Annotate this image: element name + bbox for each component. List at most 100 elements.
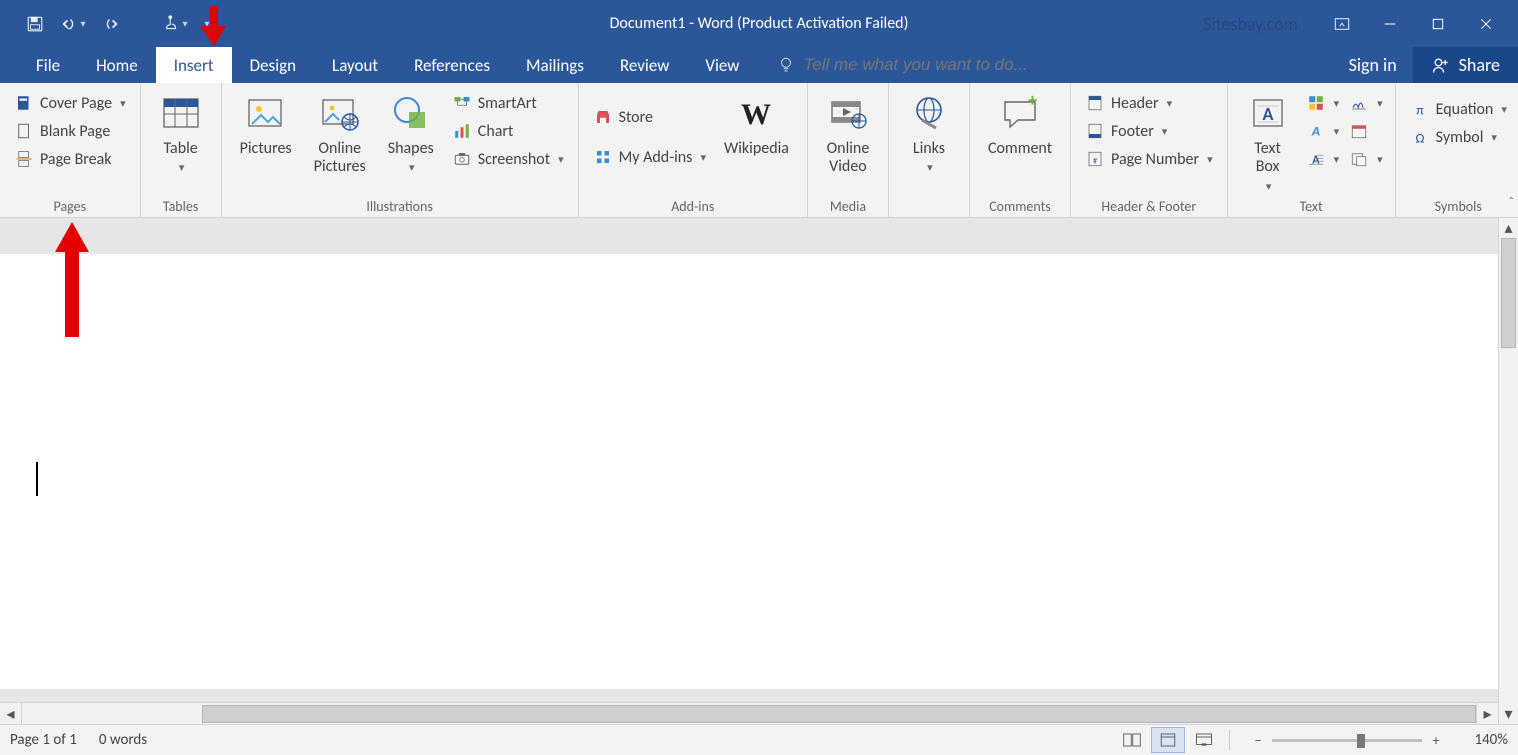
text-box-button[interactable]: A Text Box▾ [1236, 88, 1300, 196]
zoom-slider[interactable]: − + [1248, 732, 1446, 749]
touch-mode-button[interactable]: ▾ [158, 7, 192, 41]
header-button[interactable]: Header▾ [1079, 90, 1219, 116]
horizontal-scrollbar[interactable]: ◂ ▸ [0, 702, 1498, 724]
redo-button[interactable] [94, 7, 128, 41]
ribbon: Cover Page▾ Blank Page Page Break Pages … [0, 83, 1518, 218]
view-web-layout-button[interactable] [1187, 727, 1221, 753]
hscroll-track[interactable] [22, 703, 1476, 725]
pictures-button[interactable]: Pictures [230, 88, 302, 196]
store-label: Store [619, 108, 653, 127]
header-label: Header [1111, 94, 1159, 113]
store-button[interactable]: Store [587, 104, 712, 130]
tab-design[interactable]: Design [232, 47, 314, 83]
sign-in-button[interactable]: Sign in [1333, 48, 1413, 82]
ribbon-display-options-button[interactable] [1318, 8, 1366, 40]
equation-icon: π [1410, 99, 1430, 119]
group-header-footer: Header▾ Footer▾ #Page Number▾ Header & F… [1071, 83, 1228, 217]
screenshot-label: Screenshot [478, 150, 550, 169]
signature-line-button[interactable]: ▾ [1345, 90, 1387, 116]
annotation-arrow-down [200, 6, 228, 46]
collapse-ribbon-button[interactable]: ˆ [1508, 194, 1514, 211]
shapes-button[interactable]: Shapes▾ [378, 88, 444, 196]
wordart-icon: A [1306, 121, 1326, 141]
group-label-symbols: Symbols [1404, 195, 1513, 217]
online-pictures-button[interactable]: Online Pictures [304, 88, 376, 196]
equation-button[interactable]: πEquation▾ [1404, 96, 1513, 122]
status-page[interactable]: Page 1 of 1 [10, 731, 77, 749]
drop-cap-icon: A [1306, 149, 1326, 169]
symbol-label: Symbol [1436, 128, 1484, 147]
date-time-button[interactable] [1345, 118, 1387, 144]
wikipedia-button[interactable]: W Wikipedia [714, 88, 799, 196]
view-read-mode-button[interactable] [1115, 727, 1149, 753]
status-words[interactable]: 0 words [99, 731, 147, 749]
blank-page-button[interactable]: Blank Page [8, 118, 132, 144]
page-break-button[interactable]: Page Break [8, 146, 132, 172]
video-icon [826, 92, 870, 136]
scroll-left-button[interactable]: ◂ [0, 703, 22, 725]
view-print-layout-button[interactable] [1151, 727, 1185, 753]
page-break-label: Page Break [40, 150, 112, 169]
chart-label: Chart [478, 122, 514, 141]
document-page[interactable] [0, 254, 1498, 689]
group-label-links [897, 196, 961, 217]
close-button[interactable] [1462, 8, 1510, 40]
group-media: Online Video Media [808, 83, 889, 217]
tab-review[interactable]: Review [602, 47, 687, 83]
group-label-header-footer: Header & Footer [1079, 195, 1219, 217]
zoom-in-button[interactable]: + [1426, 732, 1446, 749]
scroll-right-button[interactable]: ▸ [1476, 703, 1498, 725]
zoom-out-button[interactable]: − [1248, 732, 1268, 749]
vscroll-thumb[interactable] [1501, 238, 1516, 348]
blank-page-icon [14, 121, 34, 141]
links-button[interactable]: Links▾ [897, 88, 961, 196]
comment-button[interactable]: + Comment [978, 88, 1062, 196]
footer-button[interactable]: Footer▾ [1079, 118, 1219, 144]
object-button[interactable]: ▾ [1345, 146, 1387, 172]
my-addins-icon [593, 147, 613, 167]
my-addins-button[interactable]: My Add-ins▾ [587, 144, 712, 170]
zoom-track[interactable] [1272, 739, 1422, 742]
cover-page-button[interactable]: Cover Page▾ [8, 90, 132, 116]
hscroll-thumb[interactable] [202, 705, 1476, 723]
maximize-button[interactable] [1414, 8, 1462, 40]
symbol-button[interactable]: ΩSymbol▾ [1404, 124, 1513, 150]
drop-cap-button[interactable]: A▾ [1302, 146, 1344, 172]
online-video-button[interactable]: Online Video [816, 88, 880, 196]
quick-parts-button[interactable]: ▾ [1302, 90, 1344, 116]
group-label-illustrations: Illustrations [230, 196, 570, 217]
page-number-button[interactable]: #Page Number▾ [1079, 146, 1219, 172]
page-number-icon: # [1085, 149, 1105, 169]
tab-references[interactable]: References [396, 47, 508, 83]
table-label: Table [163, 139, 197, 158]
object-icon [1349, 149, 1369, 169]
tab-mailings[interactable]: Mailings [508, 47, 602, 83]
vertical-scrollbar[interactable]: ▴ ▾ [1498, 218, 1518, 724]
smartart-button[interactable]: SmartArt [446, 90, 570, 116]
save-button[interactable] [18, 7, 52, 41]
tell-me-box[interactable] [757, 47, 1103, 83]
screenshot-icon [452, 149, 472, 169]
group-pages: Cover Page▾ Blank Page Page Break Pages [0, 83, 141, 217]
scroll-up-button[interactable]: ▴ [1499, 218, 1518, 238]
table-button[interactable]: Table▾ [149, 88, 213, 196]
tell-me-input[interactable] [803, 55, 1103, 75]
wordart-button[interactable]: A▾ [1302, 118, 1344, 144]
svg-text:Ω: Ω [1415, 129, 1424, 146]
svg-text:π: π [1416, 101, 1424, 118]
tab-view[interactable]: View [687, 47, 757, 83]
share-button[interactable]: Share [1413, 47, 1518, 83]
tab-file[interactable]: File [18, 47, 78, 83]
zoom-knob[interactable] [1357, 734, 1365, 748]
minimize-button[interactable] [1366, 8, 1414, 40]
tab-insert[interactable]: Insert [156, 47, 232, 83]
scroll-down-button[interactable]: ▾ [1499, 704, 1518, 724]
undo-button[interactable]: ▾ [56, 7, 90, 41]
chart-button[interactable]: Chart [446, 118, 570, 144]
smartart-icon [452, 93, 472, 113]
svg-text:A: A [1311, 123, 1320, 140]
screenshot-button[interactable]: Screenshot▾ [446, 146, 570, 172]
tab-home[interactable]: Home [78, 47, 156, 83]
zoom-percent[interactable]: 140% [1458, 731, 1508, 749]
tab-layout[interactable]: Layout [314, 47, 396, 83]
